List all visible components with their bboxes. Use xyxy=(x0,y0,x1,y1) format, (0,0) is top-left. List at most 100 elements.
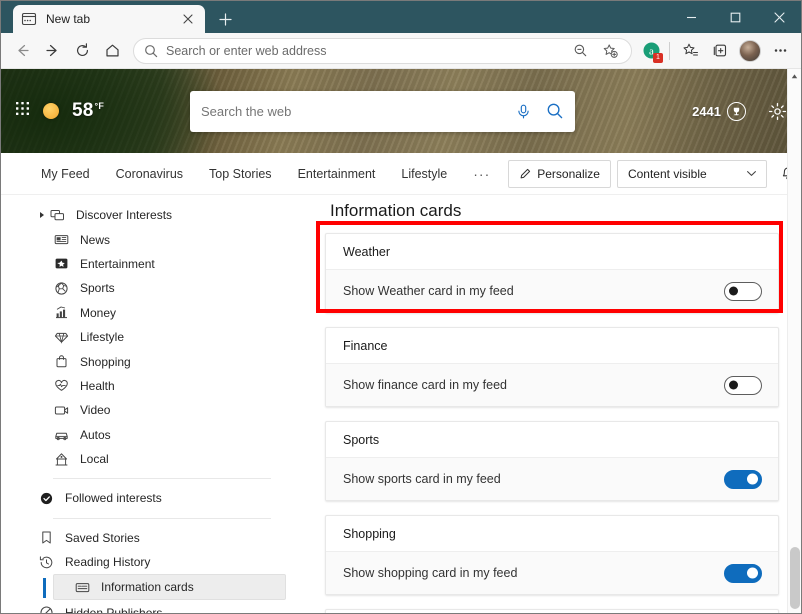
more-options-icon[interactable] xyxy=(765,36,795,66)
page-title: Information cards xyxy=(330,201,462,220)
title-bar: New tab xyxy=(1,1,801,33)
video-icon xyxy=(53,402,70,419)
sidebar-item-entertainment[interactable]: Entertainment xyxy=(1,252,311,276)
toggle-knob xyxy=(729,286,738,296)
feed-tab-coronavirus[interactable]: Coronavirus xyxy=(116,167,183,181)
content-visibility-value: Content visible xyxy=(627,166,707,181)
sidebar-item-hidden-publishers[interactable]: Hidden Publishers xyxy=(1,600,311,613)
bookmark-icon xyxy=(38,529,55,546)
news-icon xyxy=(53,231,70,248)
caret-right-icon[interactable] xyxy=(35,211,49,219)
forward-arrow-icon[interactable] xyxy=(37,36,67,66)
autos-car-icon xyxy=(53,426,70,443)
add-favorite-icon[interactable] xyxy=(595,36,625,66)
collections-icon[interactable] xyxy=(705,36,735,66)
personalize-button[interactable]: Personalize xyxy=(508,159,611,188)
sidebar-item-label: News xyxy=(80,232,111,247)
card-setting-row: Show shopping card in my feed xyxy=(326,552,778,594)
close-icon[interactable] xyxy=(179,10,197,28)
newtab-favicon-icon xyxy=(21,11,37,27)
card-title: Sports xyxy=(326,422,778,458)
page-content: Discover Interests News Entertainment Sp… xyxy=(1,195,801,613)
sidebar-item-label: Local xyxy=(80,452,109,467)
weather-temperature[interactable]: 58°F xyxy=(72,100,104,122)
hero-right-cluster: 2441 xyxy=(692,101,787,121)
sidebar-item-shopping[interactable]: Shopping xyxy=(1,349,311,373)
card-setting-row: Show finance card in my feed xyxy=(326,364,778,406)
favorites-icon[interactable] xyxy=(675,36,705,66)
extension-icon[interactable]: a 1 xyxy=(638,38,664,64)
content-visibility-select[interactable]: Content visible xyxy=(616,159,767,188)
page-settings-gear-icon[interactable] xyxy=(768,102,787,121)
sidebar-item-discover-interests[interactable]: Discover Interests xyxy=(1,203,311,227)
information-cards-icon xyxy=(74,579,91,596)
chevron-down-icon xyxy=(745,167,758,180)
rewards-trophy-icon xyxy=(727,101,746,121)
card-title: Finance xyxy=(326,328,778,364)
sidebar-item-health[interactable]: Health xyxy=(1,374,311,398)
sidebar-item-news[interactable]: News xyxy=(1,227,311,251)
feed-tab-top-stories[interactable]: Top Stories xyxy=(209,167,272,181)
sidebar-item-saved-stories[interactable]: Saved Stories xyxy=(1,526,311,550)
browser-tab[interactable]: New tab xyxy=(13,5,205,33)
sidebar-item-followed-interests[interactable]: Followed interests xyxy=(1,486,311,510)
address-bar-actions xyxy=(565,36,625,66)
sidebar-item-sports[interactable]: Sports xyxy=(1,276,311,300)
web-search-box[interactable]: Search the web xyxy=(190,90,575,132)
sidebar-item-label: Shopping xyxy=(80,354,131,369)
card-weather: Weather Show Weather card in my feed xyxy=(325,233,779,313)
sun-icon xyxy=(43,103,59,119)
card-title: Shopping xyxy=(326,516,778,552)
setting-label: Show Weather card in my feed xyxy=(343,284,514,298)
extension-badge-count: 1 xyxy=(653,52,663,63)
address-input[interactable]: Search or enter web address xyxy=(162,44,565,58)
maximize-icon[interactable] xyxy=(713,1,757,33)
sidebar-item-reading-history[interactable]: Reading History xyxy=(1,550,311,574)
card-setting-row: Show Weather card in my feed xyxy=(326,270,778,312)
sports-card-toggle[interactable] xyxy=(724,469,762,489)
sidebar-divider xyxy=(53,478,271,480)
feed-tab-lifestyle[interactable]: Lifestyle xyxy=(401,167,447,181)
search-icon[interactable] xyxy=(546,102,564,120)
browser-window: New tab Search or enter web address a 1 … xyxy=(0,0,802,614)
back-arrow-icon[interactable] xyxy=(7,36,37,66)
page-scrollbar[interactable] xyxy=(787,69,801,613)
sidebar-item-label: Information cards xyxy=(101,580,194,595)
microphone-icon[interactable] xyxy=(515,103,532,120)
sports-ball-icon xyxy=(53,280,70,297)
window-close-icon[interactable] xyxy=(757,1,801,33)
web-search-input[interactable]: Search the web xyxy=(201,104,515,119)
rewards-button[interactable]: 2441 xyxy=(692,101,746,121)
sidebar-item-lifestyle[interactable]: Lifestyle xyxy=(1,325,311,349)
weather-card-toggle[interactable] xyxy=(724,281,762,301)
scroll-up-arrow-icon[interactable] xyxy=(788,69,801,83)
refresh-icon[interactable] xyxy=(67,36,97,66)
feed-tab-my-feed[interactable]: My Feed xyxy=(41,167,90,181)
browser-toolbar: Search or enter web address a 1 xyxy=(1,33,801,69)
shopping-card-toggle[interactable] xyxy=(724,563,762,583)
app-launcher-icon[interactable] xyxy=(15,101,30,121)
shopping-bag-icon xyxy=(53,353,70,370)
selected-indicator xyxy=(43,578,46,599)
new-tab-button[interactable] xyxy=(211,6,239,32)
sidebar-item-label: Lifestyle xyxy=(80,330,125,345)
sidebar-item-information-cards[interactable]: Information cards xyxy=(43,574,286,601)
sidebar-divider xyxy=(53,517,271,519)
sidebar-item-money[interactable]: Money xyxy=(1,301,311,325)
address-bar[interactable]: Search or enter web address xyxy=(133,36,632,66)
profile-avatar[interactable] xyxy=(735,36,765,66)
scrollbar-thumb[interactable] xyxy=(790,547,800,609)
feed-tab-entertainment[interactable]: Entertainment xyxy=(298,167,376,181)
zoom-out-icon[interactable] xyxy=(565,36,595,66)
sidebar-item-autos[interactable]: Autos xyxy=(1,423,311,447)
home-icon[interactable] xyxy=(97,36,127,66)
sidebar-item-video[interactable]: Video xyxy=(1,398,311,422)
sidebar-item-label: Reading History xyxy=(65,555,151,570)
minimize-icon[interactable] xyxy=(669,1,713,33)
finance-card-toggle[interactable] xyxy=(724,375,762,395)
feed-navigation: My Feed Coronavirus Top Stories Entertai… xyxy=(1,153,801,195)
tab-title: New tab xyxy=(46,12,91,26)
card-horoscope: Horoscope xyxy=(325,609,779,613)
sidebar-item-local[interactable]: Local xyxy=(1,447,311,471)
feed-tabs-overflow-button[interactable]: ··· xyxy=(473,166,490,182)
